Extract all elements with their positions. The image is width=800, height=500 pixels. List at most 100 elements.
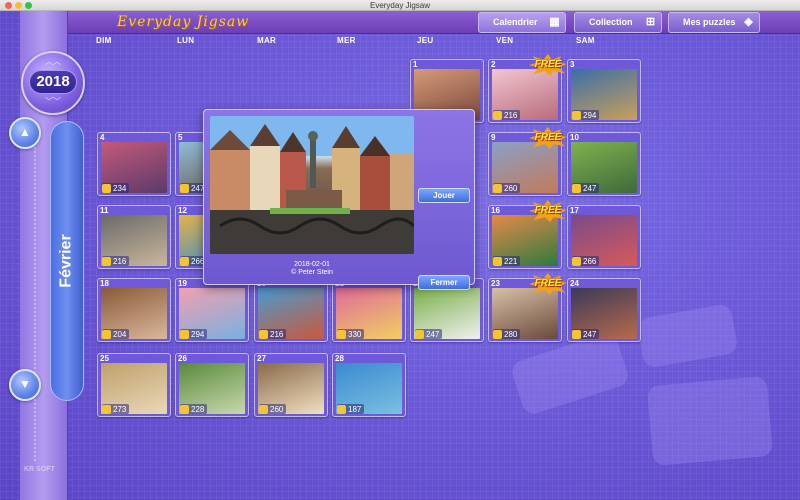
sidebar-dotted-line [34,131,36,461]
day-tile-9[interactable]: 9 260 FREE [488,127,567,196]
previous-month-button[interactable]: ▲ [9,117,41,149]
puzzle-piece-icon [180,256,189,266]
piece-count-value: 221 [504,256,518,266]
day-number: 1 [413,60,418,69]
piece-count-value: 234 [113,183,127,193]
piece-count-value: 294 [583,110,597,120]
year-label: 2018 [29,70,77,94]
day-tile-21[interactable]: 21330 [332,278,406,342]
weekday-lun: LUN [177,36,195,45]
day-number: 17 [570,206,579,215]
puzzle-piece-icon [259,404,268,414]
puzzle-piece-icon [102,183,111,193]
sidebar: ︿︿ 2018 ﹀﹀ ▲ Février ▼ KR SOFT [0,11,90,500]
piece-count-value: 247 [583,183,597,193]
puzzle-piece-icon [259,329,268,339]
day-tile-11[interactable]: 11 216 [97,205,171,269]
chevron-down-icon[interactable]: ﹀﹀ [23,98,83,106]
piece-count-value: 330 [348,329,362,339]
piece-count: 247 [572,329,600,339]
day-tile-26[interactable]: 26 228 [175,353,249,417]
piece-count-value: 228 [191,404,205,414]
close-popup-button[interactable]: Fermer [418,275,470,290]
free-label: FREE [534,205,562,216]
chevron-up-icon[interactable]: ︿︿ [23,58,83,66]
puzzle-piece-icon [180,329,189,339]
free-label: FREE [534,278,562,289]
piece-count-value: 247 [426,329,440,339]
day-tile-2[interactable]: 2 216 FREE [488,54,567,123]
day-tile-4[interactable]: 4 234 [97,132,171,196]
day-number: 26 [178,354,187,363]
puzzle-piece-icon [493,110,502,120]
weekday-sam: SAM [576,36,595,45]
nav-mes-puzzles-button[interactable]: Mes puzzles ◈ [668,12,760,33]
title-bar: Everyday Jigsaw [0,0,800,11]
year-selector[interactable]: ︿︿ 2018 ﹀﹀ [21,51,85,115]
puzzle-piece-icon [493,183,502,193]
piece-count: 280 [493,329,521,339]
puzzle-piece-icon [180,404,189,414]
puzzle-box-icon: ◈ [744,16,753,28]
free-label: FREE [534,132,562,143]
day-tile-23[interactable]: 23 280 FREE [488,273,567,342]
day-tile-17[interactable]: 17 266 [567,205,641,269]
piece-count-value: 294 [191,329,205,339]
cart-icon: ⊞ [645,16,656,28]
day-tile-18[interactable]: 18 204 [97,278,171,342]
play-button[interactable]: Jouer [418,188,470,203]
piece-count: 234 [102,183,130,193]
day-tile-28[interactable]: 28 187 [332,353,406,417]
day-number: 16 [491,206,500,215]
nav-calendrier-label: Calendrier [493,17,538,27]
piece-count: 216 [493,110,521,120]
weekday-dim: DIM [96,36,112,45]
puzzle-piece-icon [102,329,111,339]
nav-collection-button[interactable]: Collection ⊞ [574,12,662,33]
next-month-button[interactable]: ▼ [9,369,41,401]
piece-count: 221 [493,256,521,266]
piece-count: 187 [337,404,365,414]
piece-count: 247 [572,183,600,193]
day-number: 23 [491,279,500,288]
day-number: 10 [570,133,579,142]
puzzle-piece-icon [493,256,502,266]
day-tile-27[interactable]: 27 260 [254,353,328,417]
top-header: Everyday Jigsaw Calendrier ▦ Collection … [65,11,800,34]
day-tile-20[interactable]: 20216 [254,278,328,342]
day-tile-19[interactable]: 19 294 [175,278,249,342]
day-number: 5 [178,133,183,142]
kr-soft-logo: KR SOFT [24,466,55,473]
decorative-puzzle-piece [509,330,631,417]
puzzle-piece-icon [337,404,346,414]
puzzle-piece-icon [102,256,111,266]
day-number: 27 [257,354,266,363]
puzzle-piece-icon [102,404,111,414]
piece-count: 260 [493,183,521,193]
puzzle-piece-icon [337,329,346,339]
day-tile-16[interactable]: 16 221 FREE [488,200,567,269]
piece-count: 247 [415,329,443,339]
day-number: 4 [100,133,105,142]
puzzle-piece-icon [572,110,581,120]
day-tile-25[interactable]: 25 273 [97,353,171,417]
day-tile-24[interactable]: 24 247 [567,278,641,342]
free-badge: FREE [529,273,567,295]
preview-scene [210,116,414,254]
nav-calendrier-button[interactable]: Calendrier ▦ [478,12,566,33]
decorative-puzzle-piece [646,375,774,467]
piece-count: 228 [180,404,208,414]
piece-count-value: 204 [113,329,127,339]
nav-mes-puzzles-label: Mes puzzles [683,17,736,27]
piece-count: 266 [572,256,600,266]
preview-credit: © Peter Stein [291,269,333,276]
day-number: 24 [570,279,579,288]
puzzle-piece-icon [180,183,189,193]
piece-count-value: 187 [348,404,362,414]
puzzle-preview-popup: 2018-02-01 © Peter Stein Jouer Fermer [203,109,475,290]
day-number: 28 [335,354,344,363]
day-tile-3[interactable]: 3 294 [567,59,641,123]
piece-count: 204 [102,329,130,339]
day-number: 25 [100,354,109,363]
day-tile-10[interactable]: 10 247 [567,132,641,196]
